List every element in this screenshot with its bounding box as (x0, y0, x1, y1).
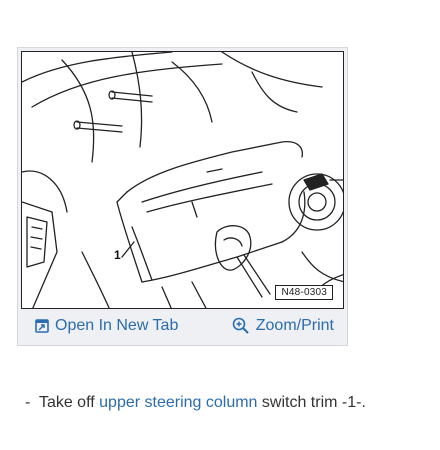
steering-column-illustration[interactable]: 1 N48-0303 (21, 51, 344, 309)
zoom-icon (232, 317, 250, 335)
callout-number: 1 (114, 248, 121, 262)
bullet: - (25, 394, 31, 411)
instruction-line: - Take off upper steering column switch … (25, 394, 366, 412)
zoom-print-label: Zoom/Print (255, 317, 334, 334)
open-new-tab-label: Open In New Tab (55, 317, 179, 334)
figure-actions: Open In New Tab Zoom/Print (21, 311, 344, 341)
figure-card: 1 N48-0303 Open In New Tab Zoom/Print (17, 47, 348, 346)
instruction-text-before: Take off (38, 394, 95, 411)
upper-steering-column-link[interactable]: upper steering column (99, 394, 257, 411)
zoom-print-button[interactable]: Zoom/Print (232, 317, 334, 335)
figure-reference-label: N48-0303 (275, 285, 333, 300)
open-new-tab-button[interactable]: Open In New Tab (35, 317, 178, 335)
line-drawing (22, 52, 343, 308)
open-new-tab-icon (35, 319, 49, 333)
instruction-text-after: switch trim -1-. (261, 394, 366, 411)
